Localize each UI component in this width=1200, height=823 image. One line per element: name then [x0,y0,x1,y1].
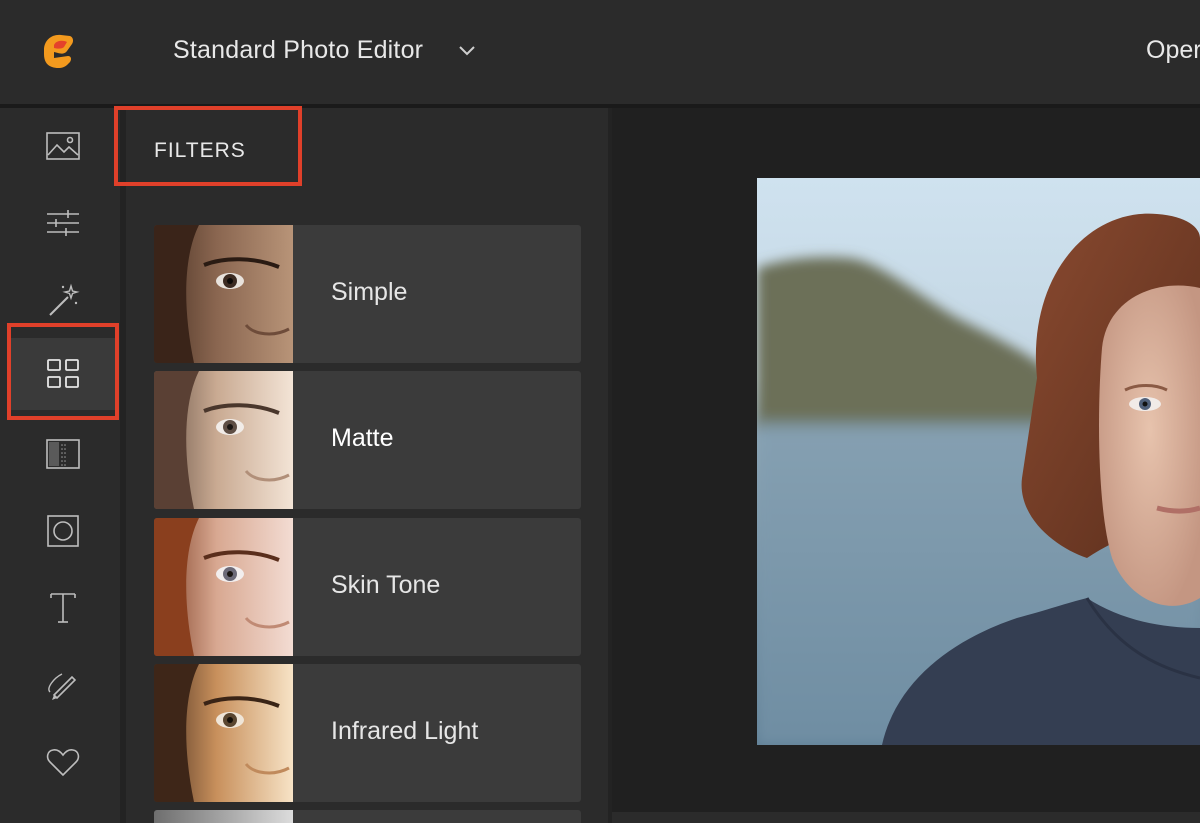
filter-thumbnail [154,664,293,802]
canvas-bottom-strip [612,812,1200,823]
filter-label: Skin Tone [331,571,441,599]
filter-label: Matte [331,424,394,452]
image-icon [46,132,80,160]
brush-icon [48,673,77,700]
tool-texture[interactable] [8,418,118,490]
filter-item-skin-tone[interactable]: Skin Tone [154,518,581,656]
filter-thumbnail [154,810,293,823]
sliders-icon [47,210,79,236]
magic-wand-icon [49,283,80,316]
app-title[interactable]: Standard Photo Editor [173,36,423,65]
frame-icon [47,515,79,547]
tool-text[interactable] [8,572,118,644]
tool-draw[interactable] [8,649,118,721]
text-icon [50,593,76,623]
top-bar: Standard Photo Editor Oper [0,0,1200,104]
open-button[interactable]: Oper [1146,36,1200,65]
tool-adjust[interactable] [8,187,118,259]
tool-image[interactable] [8,110,118,182]
tool-filters-highlight [7,323,119,420]
tool-frame[interactable] [8,495,118,567]
filter-thumbnail [154,225,293,363]
filter-label: Infrared Light [331,717,479,745]
filter-thumbnail [154,518,293,656]
chevron-down-icon[interactable] [457,44,477,58]
app-logo[interactable] [40,32,78,70]
filter-item-infrared-light[interactable]: Infrared Light [154,664,581,802]
filter-item-simple[interactable]: Simple [154,225,581,363]
texture-icon [46,439,80,469]
panel-title: FILTERS [154,139,246,162]
tool-favorites[interactable] [8,726,118,798]
filter-item-partial[interactable] [154,810,581,823]
filter-item-matte[interactable]: Matte [154,371,581,509]
filter-label: Simple [331,278,408,306]
filter-thumbnail [154,371,293,509]
photo-preview[interactable] [757,178,1200,745]
heart-icon [46,748,80,777]
